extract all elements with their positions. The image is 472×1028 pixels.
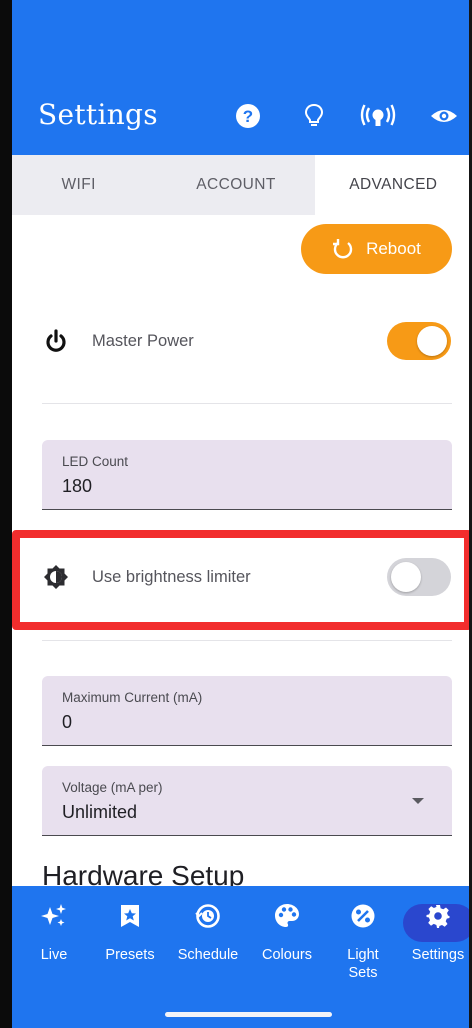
- nav-label-settings: Settings: [411, 947, 465, 963]
- reboot-button[interactable]: Reboot: [301, 224, 452, 274]
- tab-wifi[interactable]: WIFI: [0, 155, 157, 215]
- master-power-toggle[interactable]: [387, 322, 451, 360]
- tab-bar: WIFI ACCOUNT ADVANCED: [0, 155, 472, 215]
- app-bar: Settings ?: [0, 0, 472, 155]
- nav-item-light-sets[interactable]: Light Sets: [334, 886, 392, 982]
- chevron-down-icon: [412, 798, 424, 804]
- nav-item-settings[interactable]: Settings: [406, 886, 470, 964]
- home-indicator[interactable]: [165, 1012, 332, 1017]
- gear-icon: [426, 886, 450, 946]
- bulb-icon[interactable]: [300, 102, 328, 130]
- led-count-label: LED Count: [62, 454, 129, 469]
- divider: [42, 640, 452, 641]
- help-icon[interactable]: ?: [234, 102, 262, 130]
- max-current-field[interactable]: Maximum Current (mA) 0: [42, 676, 452, 746]
- eye-icon[interactable]: [428, 102, 460, 130]
- nav-label-schedule: Schedule: [177, 947, 239, 963]
- led-count-field[interactable]: LED Count 180: [42, 440, 452, 510]
- nav-item-presets[interactable]: Presets: [98, 886, 162, 964]
- star-bookmark-icon: [119, 886, 141, 946]
- reboot-icon: [332, 238, 354, 260]
- led-count-value: 180: [62, 476, 93, 496]
- reboot-label: Reboot: [366, 239, 421, 258]
- toggle-knob: [417, 326, 447, 356]
- broadcast-icon[interactable]: [360, 102, 396, 130]
- highlight-box: [12, 530, 472, 630]
- nav-label-live: Live: [40, 947, 68, 963]
- power-icon: [42, 327, 70, 355]
- nav-label-presets: Presets: [105, 947, 155, 963]
- bottom-navigation: Live Presets Schedule Colours Light Sets…: [0, 886, 472, 1028]
- nav-label-light-sets: Light Sets: [347, 947, 379, 981]
- nav-item-schedule[interactable]: Schedule: [170, 886, 246, 964]
- max-current-value: 0: [62, 712, 73, 732]
- page-title: Settings: [38, 98, 158, 131]
- tab-account[interactable]: ACCOUNT: [157, 155, 314, 215]
- device-bezel: [0, 0, 12, 1028]
- master-power-label: Master Power: [92, 331, 194, 350]
- voltage-label: Voltage (mA per): [62, 780, 163, 795]
- palette-icon: [274, 886, 300, 946]
- nav-label-colours: Colours: [262, 947, 312, 963]
- light-sets-icon: [350, 886, 376, 946]
- voltage-value: Unlimited: [62, 802, 138, 822]
- nav-item-live[interactable]: Live: [34, 886, 74, 964]
- nav-item-colours[interactable]: Colours: [254, 886, 320, 964]
- master-power-row: Master Power: [12, 312, 472, 370]
- sparkle-icon: [40, 886, 68, 946]
- max-current-label: Maximum Current (mA): [62, 690, 203, 705]
- clock-icon: [195, 886, 221, 946]
- voltage-select[interactable]: Voltage (mA per) Unlimited: [42, 766, 452, 836]
- divider: [42, 403, 452, 404]
- tab-advanced[interactable]: ADVANCED: [314, 155, 472, 215]
- svg-text:?: ?: [243, 107, 253, 126]
